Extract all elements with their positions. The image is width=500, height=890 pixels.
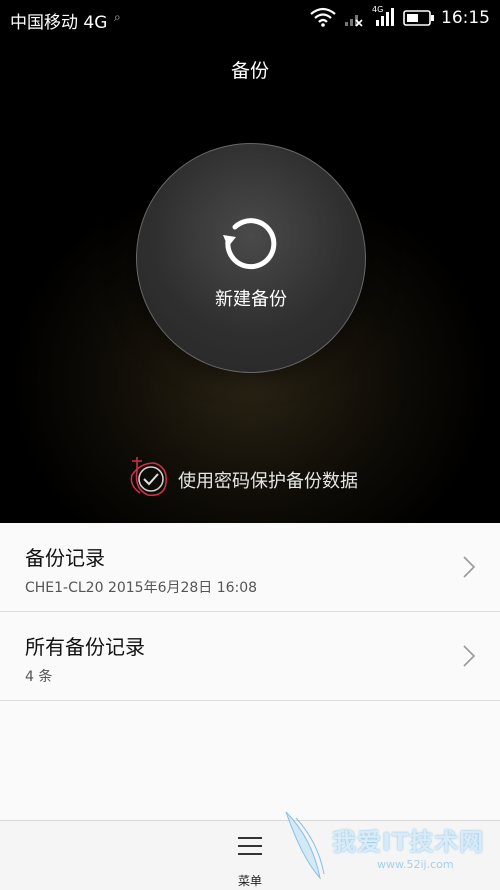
signal-no-sim-icon (345, 15, 363, 27)
new-backup-label: 新建备份 (215, 289, 287, 310)
status-bar: 中国移动 4G ⌕ 4G 16:15 (0, 0, 500, 36)
backup-records-list: 备份记录 CHE1-CL20 2015年6月28日 16:08 所有备份记录 4… (0, 523, 500, 820)
chevron-right-icon (463, 645, 476, 667)
watermark-url: www.52ij.com (377, 858, 454, 871)
password-protect-label: 使用密码保护备份数据 (178, 471, 358, 492)
carrier-label: 中国移动 4G (10, 13, 108, 33)
list-item-title: 备份记录 (25, 546, 105, 570)
battery-icon (403, 10, 434, 26)
list-item-subtitle: 4 条 (25, 669, 53, 685)
backup-hero-panel: 中国移动 4G ⌕ 4G 16:15 备份 新建备份 使用密码保护备份数据 (0, 0, 500, 523)
list-item-subtitle: CHE1-CL20 2015年6月28日 16:08 (25, 580, 258, 596)
clock: 16:15 (441, 8, 490, 28)
watermark-text: 我爱IT技术网 (332, 828, 485, 856)
refresh-icon (223, 218, 277, 270)
chevron-right-icon (463, 556, 476, 578)
menu-icon (238, 837, 262, 855)
menu-button[interactable]: 菜单 (220, 827, 280, 888)
new-backup-button[interactable]: 新建备份 (136, 143, 366, 373)
checkbox-checked-icon[interactable] (128, 455, 174, 499)
list-item-all-backup-records[interactable]: 所有备份记录 4 条 (0, 612, 500, 701)
list-item-title: 所有备份记录 (25, 635, 145, 659)
watermark: 我爱IT技术网 www.52ij.com (282, 808, 492, 886)
search-icon: ⌕ (114, 10, 121, 24)
signal-strength-icon: 4G (372, 5, 394, 26)
wifi-icon (310, 7, 336, 27)
network-badge: 4G (372, 5, 383, 14)
menu-label: 菜单 (237, 874, 262, 888)
list-item-backup-records[interactable]: 备份记录 CHE1-CL20 2015年6月28日 16:08 (0, 523, 500, 612)
page-title: 备份 (230, 60, 269, 82)
